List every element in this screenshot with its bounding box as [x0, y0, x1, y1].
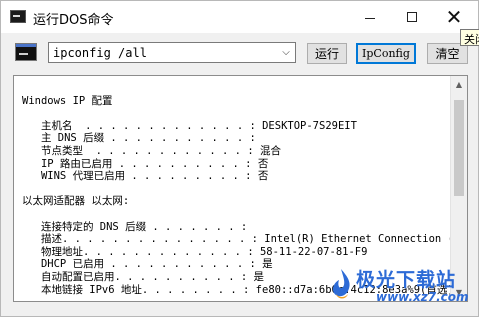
watermark: 极光下载站 www.xz7.com — [328, 265, 478, 313]
console-app-icon — [10, 10, 26, 23]
output-line: 连接特定的 DNS 后缀 . . . . . . . : — [22, 220, 248, 233]
watermark-url: www.xz7.com — [376, 290, 469, 304]
output-line: 节点类型 . . . . . . . . . . . . : 混合 — [22, 144, 281, 157]
dos-command-window: 运行DOS命令 ✕ 关闭 ⌵ 运行 IpConfig 清空 Windows IP… — [0, 0, 479, 317]
command-prompt-icon — [15, 43, 37, 61]
output-line: IP 路由已启用 . . . . . . . . . . : 否 — [22, 157, 269, 170]
close-tooltip: 关闭 — [460, 29, 479, 46]
command-combobox[interactable]: ⌵ — [48, 42, 296, 63]
close-icon: ✕ — [445, 5, 463, 29]
scroll-up-icon[interactable]: ▲ — [451, 76, 467, 93]
watermark-brand: 极光下载站 — [356, 269, 457, 291]
clear-button[interactable]: 清空 — [427, 43, 468, 64]
ipconfig-button[interactable]: IpConfig — [356, 43, 416, 64]
output-line: 主机名 . . . . . . . . . . . . . : DESKTOP-… — [22, 119, 357, 132]
chevron-down-icon[interactable]: ⌵ — [277, 43, 295, 62]
output-line: 以太网适配器 以太网: — [22, 195, 130, 208]
maximize-button[interactable] — [394, 1, 430, 33]
output-line: 主 DNS 后缀 . . . . . . . . . . . : — [22, 132, 256, 145]
maximize-icon — [407, 12, 417, 22]
command-toolbar: ⌵ 运行 IpConfig 清空 — [1, 33, 478, 71]
output-line: WINS 代理已启用 . . . . . . . . . : 否 — [22, 170, 269, 183]
scrollbar-thumb[interactable] — [454, 100, 464, 196]
run-button[interactable]: 运行 — [307, 43, 347, 64]
minimize-button[interactable] — [352, 1, 388, 33]
output-line: 物理地址. . . . . . . . . . . . . : 58-11-22… — [22, 245, 368, 258]
minimize-icon — [365, 17, 375, 19]
window-title: 运行DOS命令 — [33, 13, 114, 28]
command-input[interactable] — [49, 43, 277, 62]
title-bar[interactable]: 运行DOS命令 ✕ — [1, 1, 478, 33]
output-line: Windows IP 配置 — [22, 94, 113, 107]
output-line: 描述. . . . . . . . . . . . . . . : Intel(… — [22, 233, 450, 246]
watermark-logo-icon — [332, 269, 350, 299]
